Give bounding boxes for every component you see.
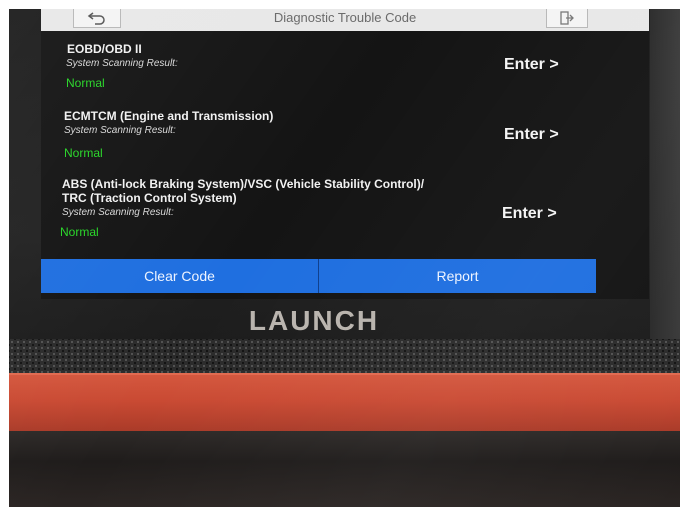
exit-icon [560,11,574,25]
enter-button[interactable]: Enter > [502,205,557,223]
top-bar: Diagnostic Trouble Code [41,9,649,31]
system-title: EOBD/OBD II [67,42,142,56]
system-item-abs[interactable]: ABS (Anti-lock Braking System)/VSC (Vehi… [41,177,649,257]
red-bumper [9,373,680,433]
system-item-eobd[interactable]: EOBD/OBD II System Scanning Result: Norm… [41,31,649,101]
background-surface [9,431,680,507]
scan-result-label: System Scanning Result: [62,207,174,218]
status-badge: Normal [66,76,105,90]
action-bar: Clear Code Report [41,259,596,293]
enter-button[interactable]: Enter > [504,56,559,74]
status-badge: Normal [64,146,103,160]
tablet-edge [650,9,680,339]
system-title-line-1: ABS (Anti-lock Braking System)/VSC (Vehi… [62,177,425,191]
clear-code-button[interactable]: Clear Code [41,259,318,293]
system-title: ECMTCM (Engine and Transmission) [64,109,274,123]
enter-button[interactable]: Enter > [504,126,559,144]
system-title-line-2: TRC (Traction Control System) [62,191,237,205]
tablet-body: Diagnostic Trouble Code EOBD/OBD II Syst… [9,9,680,381]
back-button[interactable] [73,9,121,28]
photo: Diagnostic Trouble Code EOBD/OBD II Syst… [9,9,680,507]
exit-button[interactable] [546,9,588,28]
report-button[interactable]: Report [318,259,596,293]
system-item-ecmtcm[interactable]: ECMTCM (Engine and Transmission) System … [41,109,649,179]
scan-result-label: System Scanning Result: [64,125,176,136]
back-arrow-icon [87,12,105,25]
scan-result-label: System Scanning Result: [66,58,178,69]
brand-logo: LAUNCH [248,305,380,336]
status-badge: Normal [60,225,99,239]
screen: Diagnostic Trouble Code EOBD/OBD II Syst… [41,9,649,299]
